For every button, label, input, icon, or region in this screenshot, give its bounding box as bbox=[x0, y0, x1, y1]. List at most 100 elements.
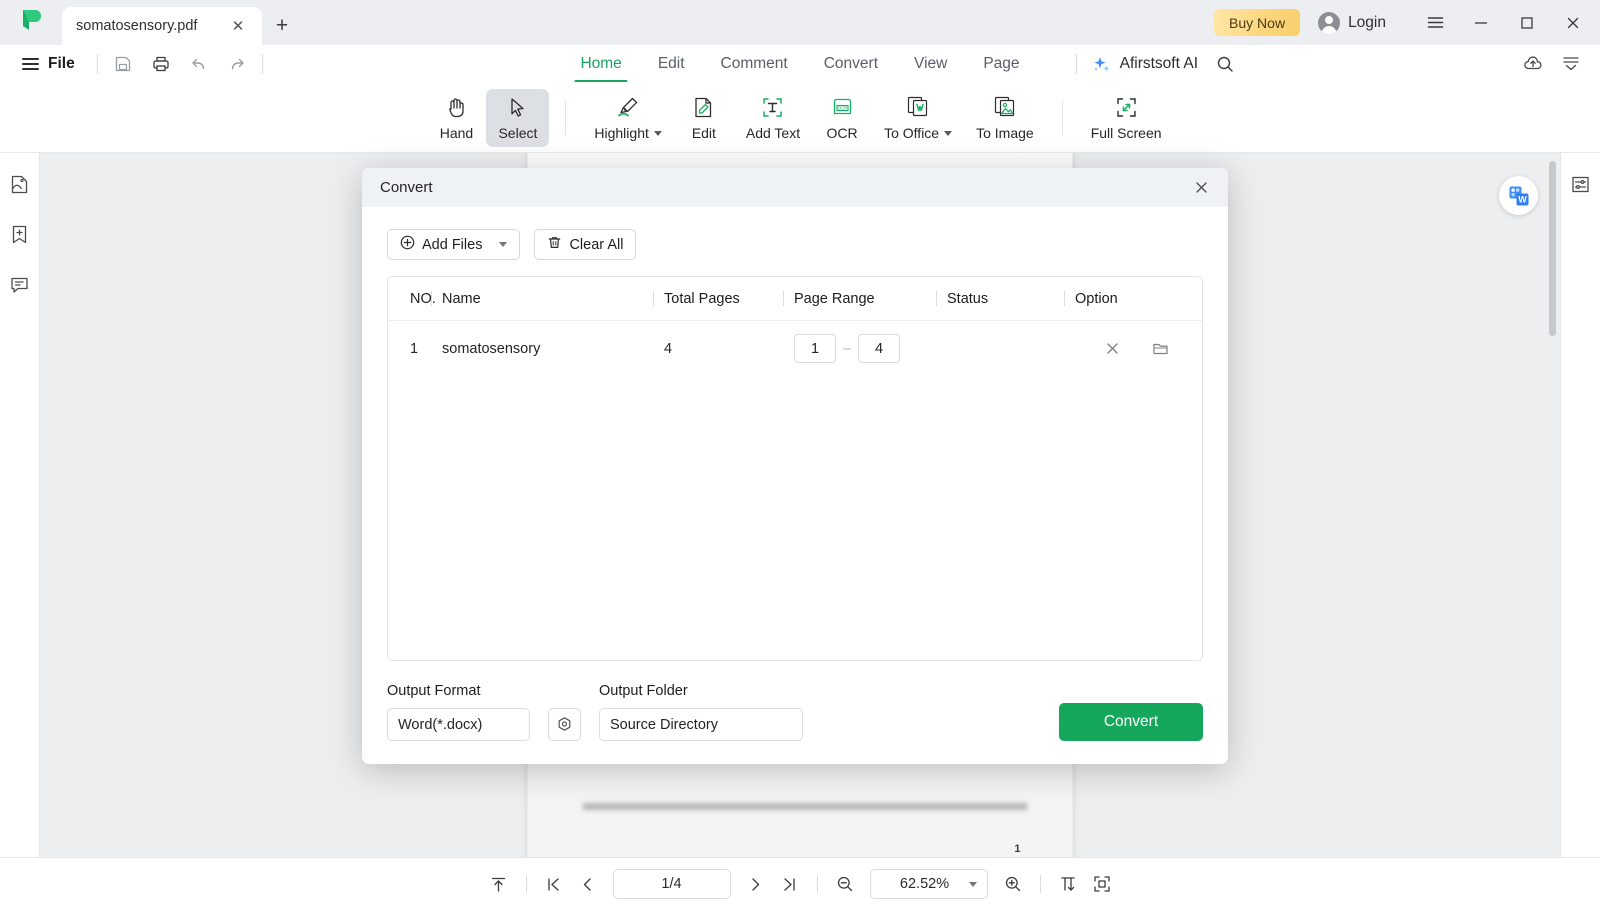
files-table: NO. Name Total Pages Page Range Status O… bbox=[387, 276, 1203, 661]
output-format-select[interactable]: Word(*.docx) bbox=[387, 708, 530, 741]
tool-to-image[interactable]: To Image bbox=[964, 89, 1046, 147]
full-screen-icon bbox=[1114, 94, 1139, 120]
word-convert-badge-icon[interactable]: W bbox=[1499, 176, 1538, 215]
table-row[interactable]: 1 somatosensory 4 1 – 4 bbox=[388, 321, 1202, 376]
fit-page-icon[interactable] bbox=[1085, 867, 1119, 901]
chevron-down-icon[interactable] bbox=[653, 130, 662, 136]
tool-edit[interactable]: Edit bbox=[674, 89, 734, 147]
output-format-label: Output Format bbox=[387, 683, 481, 699]
zoom-out-icon[interactable] bbox=[828, 867, 862, 901]
minimize-window-button[interactable] bbox=[1458, 0, 1504, 45]
tool-highlight-text: Highlight bbox=[594, 125, 649, 141]
new-tab-button[interactable]: + bbox=[262, 7, 302, 45]
close-window-button[interactable] bbox=[1550, 0, 1596, 45]
tool-highlight[interactable]: Highlight bbox=[582, 89, 673, 147]
add-files-button[interactable]: Add Files bbox=[387, 229, 521, 260]
comment-icon[interactable] bbox=[5, 269, 35, 299]
tab-edit[interactable]: Edit bbox=[640, 46, 703, 82]
redo-icon[interactable] bbox=[218, 49, 256, 79]
fit-width-icon[interactable] bbox=[1051, 867, 1085, 901]
tab-view[interactable]: View bbox=[896, 46, 965, 82]
tool-select-label: Select bbox=[498, 125, 538, 141]
tab-home[interactable]: Home bbox=[562, 46, 639, 82]
tab-page[interactable]: Page bbox=[965, 46, 1037, 82]
thumbnail-icon[interactable] bbox=[5, 169, 35, 199]
prev-page-icon[interactable] bbox=[571, 867, 605, 901]
menubar-right-group: Afirstsoft AI bbox=[1070, 49, 1600, 79]
left-sidebar bbox=[0, 153, 40, 857]
vertical-scrollbar[interactable] bbox=[1549, 161, 1556, 336]
zoom-level-select[interactable]: 62.52% bbox=[869, 869, 988, 899]
print-icon[interactable] bbox=[142, 49, 180, 79]
ocr-icon: OCR bbox=[830, 94, 855, 120]
output-folder-select[interactable]: Source Directory bbox=[599, 708, 803, 741]
divider bbox=[1075, 54, 1077, 74]
buy-now-button[interactable]: Buy Now bbox=[1214, 9, 1301, 36]
svg-text:OCR: OCR bbox=[837, 105, 846, 110]
clear-all-button[interactable]: Clear All bbox=[534, 229, 637, 260]
last-page-icon[interactable] bbox=[773, 867, 807, 901]
close-tab-icon[interactable]: ✕ bbox=[228, 16, 248, 36]
chevron-down-icon[interactable] bbox=[499, 242, 508, 247]
divider bbox=[1039, 875, 1041, 893]
title-bar: somatosensory.pdf ✕ + Buy Now Login bbox=[0, 0, 1600, 45]
column-header-no: NO. bbox=[410, 290, 436, 307]
tool-full-screen[interactable]: Full Screen bbox=[1079, 89, 1174, 147]
tab-convert[interactable]: Convert bbox=[806, 46, 896, 82]
output-folder-label: Output Folder bbox=[599, 683, 688, 699]
page-range-from-input[interactable]: 1 bbox=[794, 334, 836, 363]
ribbon-tabs: Home Edit Comment Convert View Page bbox=[562, 46, 1037, 82]
row-no: 1 bbox=[410, 340, 419, 357]
tab-comment[interactable]: Comment bbox=[703, 46, 806, 82]
dialog-action-row: Add Files Clear All bbox=[387, 229, 1203, 260]
first-page-icon[interactable] bbox=[537, 867, 571, 901]
search-icon[interactable] bbox=[1206, 49, 1244, 79]
undo-icon[interactable] bbox=[180, 49, 218, 79]
column-header-status: Status bbox=[936, 277, 1075, 321]
tool-to-image-label: To Image bbox=[976, 125, 1034, 141]
tool-highlight-label: Highlight bbox=[594, 125, 662, 141]
folder-open-icon[interactable] bbox=[1145, 334, 1175, 364]
document-tab[interactable]: somatosensory.pdf ✕ bbox=[62, 7, 262, 45]
bookmark-add-icon[interactable] bbox=[5, 219, 35, 249]
next-page-icon[interactable] bbox=[739, 867, 773, 901]
tool-select[interactable]: Select bbox=[486, 88, 550, 147]
chevron-down-icon[interactable] bbox=[944, 130, 953, 136]
app-menu-icon[interactable] bbox=[1412, 0, 1458, 45]
collapse-ribbon-icon[interactable] bbox=[1552, 49, 1590, 79]
page-number-input[interactable]: 1/4 bbox=[612, 869, 731, 899]
properties-panel-icon[interactable] bbox=[1566, 169, 1596, 199]
settings-gear-icon[interactable] bbox=[548, 708, 581, 741]
page-range-to-input[interactable]: 4 bbox=[858, 334, 901, 363]
tool-hand[interactable]: Hand bbox=[426, 89, 486, 147]
plus-circle-icon bbox=[400, 235, 415, 254]
row-total-pages: 4 bbox=[664, 340, 673, 357]
tool-add-text[interactable]: Add Text bbox=[734, 89, 812, 147]
scroll-to-top-icon[interactable] bbox=[482, 867, 516, 901]
files-table-header: NO. Name Total Pages Page Range Status O… bbox=[388, 277, 1202, 321]
output-folder-value: Source Directory bbox=[610, 716, 718, 733]
file-menu-button[interactable]: File bbox=[0, 55, 91, 73]
login-button[interactable]: Login bbox=[1318, 11, 1386, 34]
cloud-upload-icon[interactable] bbox=[1514, 49, 1552, 79]
close-icon[interactable] bbox=[1188, 175, 1214, 201]
dialog-footer: Output Format Word(*.docx) Output Folder… bbox=[387, 683, 1203, 764]
tool-ocr[interactable]: OCR OCR bbox=[812, 89, 872, 147]
edit-document-icon bbox=[691, 94, 716, 120]
remove-file-icon[interactable] bbox=[1097, 334, 1127, 364]
cursor-icon bbox=[505, 94, 530, 120]
row-file-name: somatosensory bbox=[442, 340, 541, 357]
column-header-name: Name bbox=[431, 277, 664, 321]
afirstsoft-ai-button[interactable]: Afirstsoft AI bbox=[1083, 54, 1206, 75]
document-page-number: 1 bbox=[1014, 843, 1021, 855]
zoom-in-icon[interactable] bbox=[996, 867, 1030, 901]
application-window: somatosensory.pdf ✕ + Buy Now Login File… bbox=[0, 0, 1600, 910]
tool-to-office[interactable]: To Office bbox=[872, 89, 964, 147]
column-header-option: Option bbox=[1064, 277, 1202, 321]
column-header-page-range: Page Range bbox=[783, 277, 947, 321]
output-format-group: Output Format Word(*.docx) bbox=[387, 683, 530, 741]
save-icon[interactable] bbox=[104, 49, 142, 79]
row-options bbox=[1075, 321, 1202, 376]
maximize-window-button[interactable] bbox=[1504, 0, 1550, 45]
convert-button[interactable]: Convert bbox=[1059, 703, 1203, 741]
